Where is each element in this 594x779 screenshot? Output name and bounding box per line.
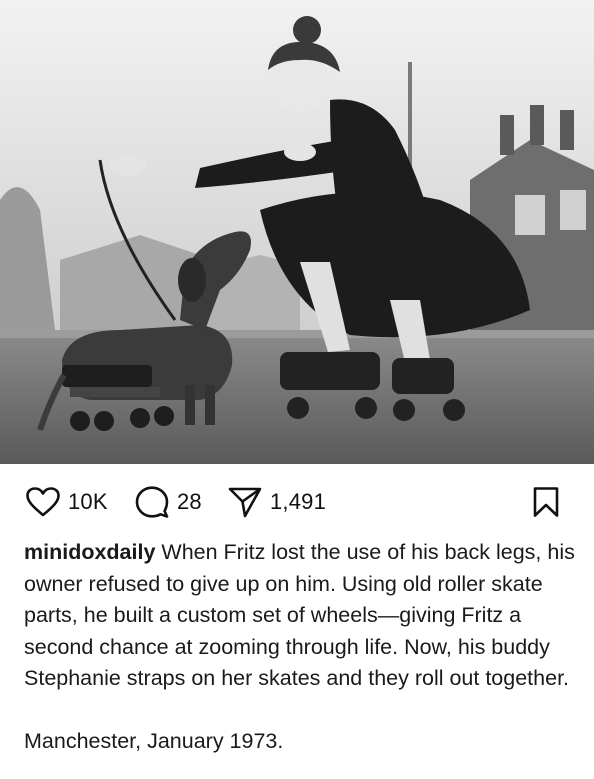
like-count: 10K xyxy=(68,489,108,514)
post-photo[interactable] xyxy=(0,0,594,464)
comment-button[interactable]: 28 xyxy=(135,486,202,518)
heart-icon xyxy=(26,487,60,517)
post-caption: minidoxdaily When Fritz lost the use of … xyxy=(24,537,584,758)
caption-location-date: Manchester, January 1973. xyxy=(24,729,284,753)
comment-count: 28 xyxy=(177,489,202,514)
like-button[interactable]: 10K xyxy=(26,486,108,518)
username-link[interactable]: minidoxdaily xyxy=(24,540,155,564)
save-button[interactable] xyxy=(532,486,560,518)
caption-text: minidoxdaily When Fritz lost the use of … xyxy=(24,537,584,695)
paper-plane-icon xyxy=(228,486,262,518)
action-bar: 10K 28 1,491 xyxy=(0,464,594,538)
share-count: 1,491 xyxy=(270,489,327,514)
comment-bubble-icon xyxy=(135,486,169,518)
bookmark-icon xyxy=(532,486,560,518)
share-button[interactable]: 1,491 xyxy=(228,486,326,518)
